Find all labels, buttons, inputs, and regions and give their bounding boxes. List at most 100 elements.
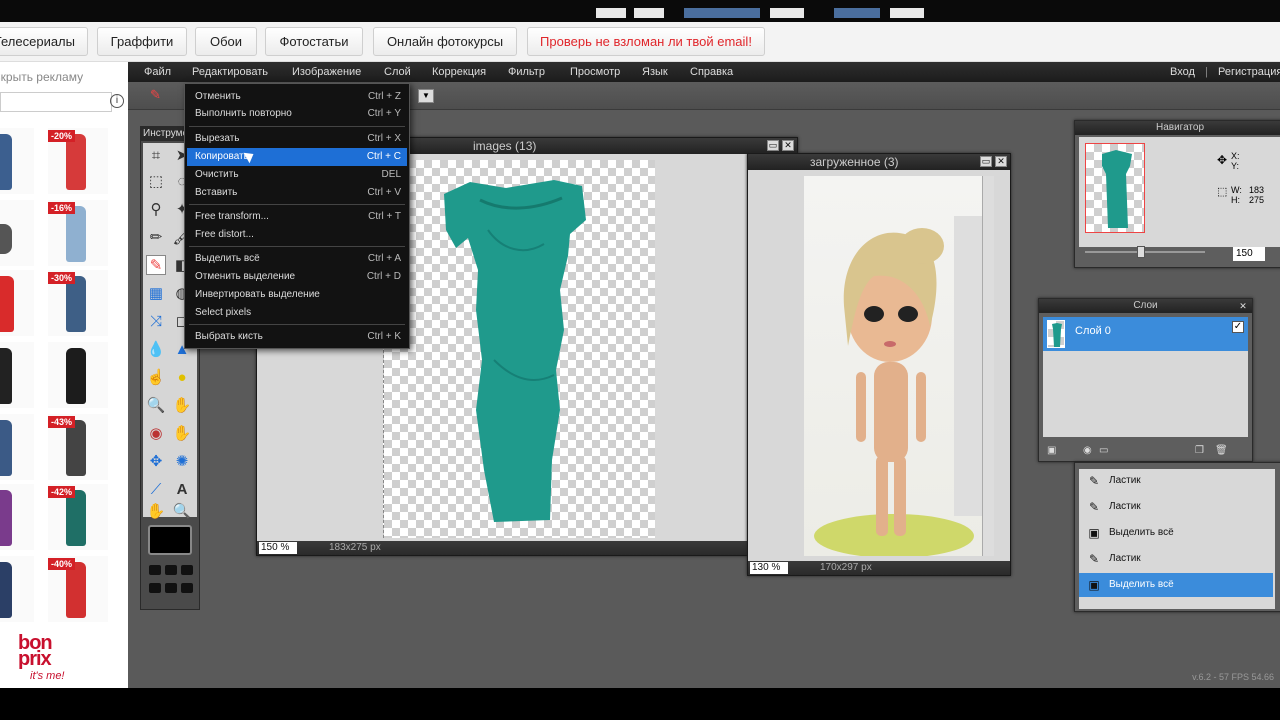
menu-item-free-transform[interactable]: Free transform... Ctrl + T [187, 208, 407, 226]
menu-item-redo[interactable]: Выполнить повторно Ctrl + Y [187, 105, 407, 123]
restore-window-icon[interactable]: ▭ [767, 140, 779, 151]
document-window-uploaded[interactable]: загруженное (3) ▭ ✕ 130 % 170x297 px [747, 153, 1011, 576]
menu-item-invert-selection[interactable]: Инвертировать выделение [187, 286, 407, 304]
preset-swatch[interactable] [181, 583, 193, 593]
spot-heal-icon[interactable]: ✋ [172, 423, 192, 443]
menu-item-copy[interactable]: Копировать Ctrl + C [187, 148, 407, 166]
nav-photoarticles-button[interactable]: Фотостатьи [265, 27, 363, 56]
menu-file[interactable]: Файл [144, 66, 171, 78]
nav-graffiti-button[interactable]: Граффити [97, 27, 187, 56]
red-eye-icon[interactable]: ◉ [146, 423, 166, 443]
info-icon[interactable]: i [110, 94, 124, 108]
close-window-icon[interactable]: ✕ [995, 156, 1007, 167]
menu-filter[interactable]: Фильтр [508, 66, 545, 78]
text-tool-icon[interactable]: A [172, 479, 192, 499]
folder-icon[interactable]: ▭ [1099, 445, 1108, 456]
ad-product[interactable] [48, 342, 108, 408]
menu-item-free-distort[interactable]: Free distort... [187, 226, 407, 244]
history-item[interactable]: ✎ Ластик [1079, 495, 1273, 519]
new-layer-icon[interactable]: ❐ [1195, 445, 1204, 456]
zoom-field[interactable]: 150 % [259, 542, 297, 554]
menu-item-choose-brush[interactable]: Выбрать кисть Ctrl + K [187, 328, 407, 346]
menu-help[interactable]: Справка [690, 66, 733, 78]
ad-product[interactable]: -42% [48, 484, 108, 550]
restore-window-icon[interactable]: ▭ [980, 156, 992, 167]
nav-wallpapers-button[interactable]: Обои [195, 27, 257, 56]
preset-swatch[interactable] [149, 583, 161, 593]
history-item[interactable]: ▣ Выделить всё [1079, 521, 1273, 545]
layer-row[interactable]: Слой 0 ✓ [1043, 317, 1248, 351]
ad-product[interactable] [0, 200, 34, 266]
replace-color-icon[interactable]: ⤨ [146, 311, 166, 331]
ad-product[interactable]: -40% [48, 556, 108, 622]
nav-email-check-button[interactable]: Проверь не взломан ли твой email! [527, 27, 765, 56]
canvas[interactable] [383, 160, 655, 538]
zoom-icon[interactable]: 🔍 [172, 501, 192, 521]
ad-product[interactable] [0, 342, 34, 408]
burn-icon[interactable]: ✋ [172, 395, 192, 415]
bloat-icon[interactable]: ✥ [146, 451, 166, 471]
menu-item-select-all[interactable]: Выделить всё Ctrl + A [187, 250, 407, 268]
ad-product[interactable]: -20% [48, 128, 108, 194]
pencil-icon[interactable]: ✏ [146, 227, 166, 247]
navigator-zoom-input[interactable]: 150 [1233, 247, 1265, 261]
menu-image[interactable]: Изображение [292, 66, 361, 78]
marquee-icon[interactable]: ⬚ [146, 171, 166, 191]
smudge-icon[interactable]: ☝ [146, 367, 166, 387]
trash-icon[interactable]: 🗑 [1215, 445, 1228, 456]
eraser-icon[interactable]: ✎ [150, 87, 166, 103]
bonprix-logo[interactable]: bon prix it's me! [10, 633, 90, 688]
history-item[interactable]: ✎ Ластик [1079, 547, 1273, 571]
ad-product[interactable] [0, 414, 34, 480]
close-icon[interactable]: ✕ [1238, 301, 1248, 311]
login-link[interactable]: Вход [1170, 66, 1195, 78]
menu-item-select-pixels[interactable]: Select pixels [187, 304, 407, 322]
menu-item-paste[interactable]: Вставить Ctrl + V [187, 184, 407, 202]
preset-swatch[interactable] [165, 565, 177, 575]
ad-product[interactable] [0, 128, 34, 194]
preset-swatch[interactable] [165, 583, 177, 593]
hide-ad-link[interactable]: Скрыть рекламу [0, 70, 83, 84]
layer-style-icon[interactable]: ▣ [1047, 445, 1056, 456]
ad-product[interactable]: -16% [48, 200, 108, 266]
menu-item-clear[interactable]: Очистить DEL [187, 166, 407, 184]
history-item-selected[interactable]: ▣ Выделить всё [1079, 573, 1273, 597]
blur-icon[interactable]: 💧 [146, 339, 166, 359]
menu-edit[interactable]: Редактировать [192, 66, 268, 78]
color-swatch[interactable] [148, 525, 192, 555]
zoom-slider-handle[interactable] [1137, 246, 1145, 258]
pinch-icon[interactable]: ✺ [172, 451, 192, 471]
vertical-scrollbar[interactable] [982, 176, 994, 556]
layer-visibility-checkbox[interactable]: ✓ [1232, 321, 1244, 333]
sponge-icon[interactable]: ● [172, 367, 192, 387]
color-picker-icon[interactable]: ⟋ [146, 479, 166, 499]
zoom-tool-icon[interactable]: 🔍 [146, 395, 166, 415]
magic-wand-icon[interactable]: ⚲ [146, 199, 166, 219]
ad-product[interactable] [0, 556, 34, 622]
hand-icon[interactable]: ✋ [146, 501, 166, 521]
menu-adjustment[interactable]: Коррекция [432, 66, 486, 78]
menu-item-undo[interactable]: Отменить Ctrl + Z [187, 88, 407, 106]
ad-product[interactable]: -30% [48, 270, 108, 336]
crop-icon[interactable]: ⌗ [146, 145, 166, 165]
preset-swatch[interactable] [149, 565, 161, 575]
zoom-slider[interactable] [1085, 251, 1205, 253]
window-title-bar[interactable]: загруженное (3) ▭ ✕ [748, 154, 1010, 170]
zoom-field[interactable]: 130 % [750, 562, 788, 574]
history-item[interactable]: ✎ Ластик [1079, 469, 1273, 493]
menu-item-deselect[interactable]: Отменить выделение Ctrl + D [187, 268, 407, 286]
ad-product[interactable] [0, 270, 34, 336]
chevron-down-icon[interactable]: ▼ [418, 89, 434, 103]
preset-swatch[interactable] [181, 565, 193, 575]
ad-product[interactable]: -43% [48, 414, 108, 480]
register-link[interactable]: Регистрация [1218, 66, 1280, 78]
nav-tvseries-button[interactable]: Телесериалы [0, 27, 88, 56]
ad-search-field[interactable] [0, 92, 112, 112]
canvas[interactable] [804, 176, 982, 556]
close-window-icon[interactable]: ✕ [782, 140, 794, 151]
navigator-preview[interactable] [1085, 143, 1145, 233]
gradient-icon[interactable]: ▦ [146, 283, 166, 303]
eraser-tool-icon[interactable]: ✎ [146, 255, 166, 275]
menu-item-cut[interactable]: Вырезать Ctrl + X [187, 130, 407, 148]
menu-language[interactable]: Язык [642, 66, 668, 78]
